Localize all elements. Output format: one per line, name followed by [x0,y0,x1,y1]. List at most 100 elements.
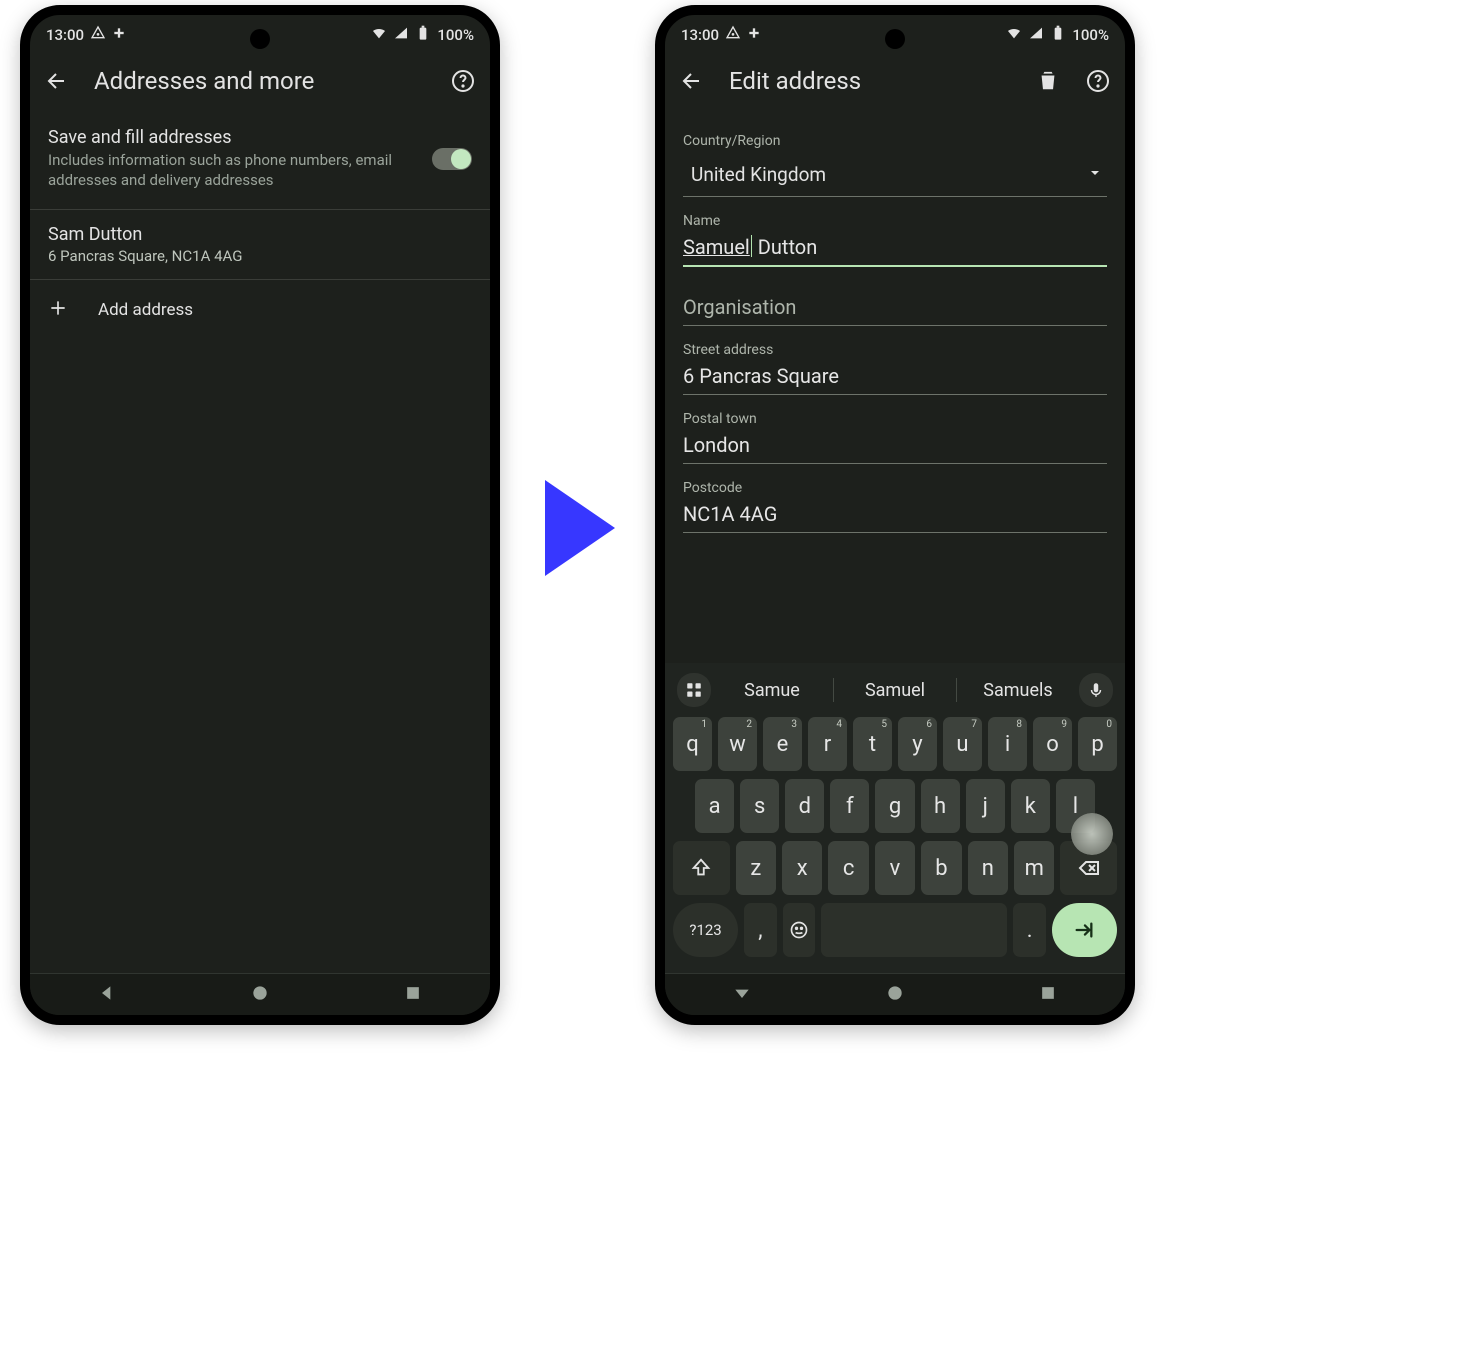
suggestion-1[interactable]: Samue [719,680,825,701]
key-m[interactable]: m [1014,841,1054,895]
space-key[interactable] [821,903,1007,957]
key-q[interactable]: q1 [673,717,712,771]
key-n[interactable]: n [968,841,1008,895]
country-label: Country/Region [683,133,1107,149]
key-p[interactable]: p0 [1078,717,1117,771]
status-time: 13:00 [46,26,84,44]
key-y[interactable]: y6 [898,717,937,771]
keyboard-row-2: asdfghjkl [671,779,1119,833]
period-key[interactable]: . [1013,903,1046,957]
soft-keyboard: Samue Samuel Samuels q1w2e3r4t5y6u7i8o9p… [665,663,1125,973]
key-t[interactable]: t5 [853,717,892,771]
organisation-field[interactable]: Organisation [683,295,1107,326]
page-title: Addresses and more [94,67,426,95]
name-first-word: Samuel [683,235,750,259]
nav-recent[interactable] [403,983,423,1007]
phone-addresses-list: 13:00 100% Addresses and more Save and f [20,5,500,1025]
key-b[interactable]: b [921,841,961,895]
nav-recent[interactable] [1038,983,1058,1007]
symbols-key[interactable]: ?123 [673,903,738,957]
battery-icon [1050,25,1066,45]
nav-back[interactable] [732,983,752,1007]
save-fill-toggle-row[interactable]: Save and fill addresses Includes informa… [30,113,490,210]
phone-edit-address: 13:00 100% Edit address Country/Region [655,5,1135,1025]
nav-back[interactable] [97,983,117,1007]
back-button[interactable] [679,68,705,94]
app-bar: Edit address [665,49,1125,113]
battery-icon [415,25,431,45]
saved-address-row[interactable]: Sam Dutton 6 Pancras Square, NC1A 4AG [30,210,490,280]
street-label: Street address [683,342,1107,358]
battery-percent: 100% [437,26,474,44]
keyboard-row-4: ?123 , . [671,903,1119,957]
key-j[interactable]: j [966,779,1005,833]
key-i[interactable]: i8 [988,717,1027,771]
back-button[interactable] [44,68,70,94]
key-s[interactable]: s [740,779,779,833]
key-u[interactable]: u7 [943,717,982,771]
key-a[interactable]: a [695,779,734,833]
text-cursor [751,235,752,257]
app-bar: Addresses and more [30,49,490,113]
chevron-down-icon [1087,165,1103,185]
status-plus-icon [112,26,126,44]
address-name: Sam Dutton [48,224,472,245]
voice-input-icon[interactable] [1079,673,1113,707]
keyboard-row-3: zxcvbnm [671,841,1119,895]
country-dropdown[interactable]: United Kingdom [683,155,1107,197]
wifi-icon [371,25,387,45]
shift-key[interactable] [673,841,730,895]
key-e[interactable]: e3 [763,717,802,771]
key-z[interactable]: z [736,841,776,895]
nav-home[interactable] [250,983,270,1007]
suggestion-3[interactable]: Samuels [965,680,1071,701]
key-o[interactable]: o9 [1033,717,1072,771]
key-r[interactable]: r4 [808,717,847,771]
enter-key[interactable] [1052,903,1117,957]
status-plus-icon [747,26,761,44]
camera-notch [885,29,905,49]
keyboard-apps-icon[interactable] [677,673,711,707]
key-x[interactable]: x [782,841,822,895]
comma-key[interactable]: , [744,903,777,957]
name-rest: Dutton [753,235,817,259]
key-k[interactable]: k [1011,779,1050,833]
delete-button[interactable] [1035,68,1061,94]
key-f[interactable]: f [830,779,869,833]
toggle-description: Includes information such as phone numbe… [48,150,418,191]
name-field[interactable]: Samuel Dutton [683,235,1107,267]
page-title: Edit address [729,67,1011,95]
address-form: Country/Region United Kingdom Name Samue… [665,113,1125,533]
key-d[interactable]: d [785,779,824,833]
toggle-switch[interactable] [432,148,472,170]
help-icon[interactable] [1085,68,1111,94]
keyboard-row-1: q1w2e3r4t5y6u7i8o9p0 [671,717,1119,771]
name-label: Name [683,213,1107,229]
suggestion-2[interactable]: Samuel [842,680,948,701]
town-label: Postal town [683,411,1107,427]
nav-home[interactable] [885,983,905,1007]
key-v[interactable]: v [875,841,915,895]
camera-notch [250,29,270,49]
emoji-key[interactable] [783,903,816,957]
postcode-field[interactable]: NC1A 4AG [683,502,1107,533]
system-nav-bar [30,973,490,1015]
add-address-label: Add address [98,300,193,320]
suggestion-divider [956,678,957,702]
town-field[interactable]: London [683,433,1107,464]
key-c[interactable]: c [828,841,868,895]
key-h[interactable]: h [921,779,960,833]
touch-indicator [1071,813,1113,855]
suggestion-bar: Samue Samuel Samuels [671,669,1119,717]
postcode-label: Postcode [683,480,1107,496]
address-line: 6 Pancras Square, NC1A 4AG [48,247,472,265]
signal-icon [393,25,409,45]
status-alarm-icon [725,25,741,45]
add-address-row[interactable]: Add address [30,280,490,341]
key-g[interactable]: g [875,779,914,833]
suggestion-divider [833,678,834,702]
street-field[interactable]: 6 Pancras Square [683,364,1107,395]
wifi-icon [1006,25,1022,45]
key-w[interactable]: w2 [718,717,757,771]
help-icon[interactable] [450,68,476,94]
